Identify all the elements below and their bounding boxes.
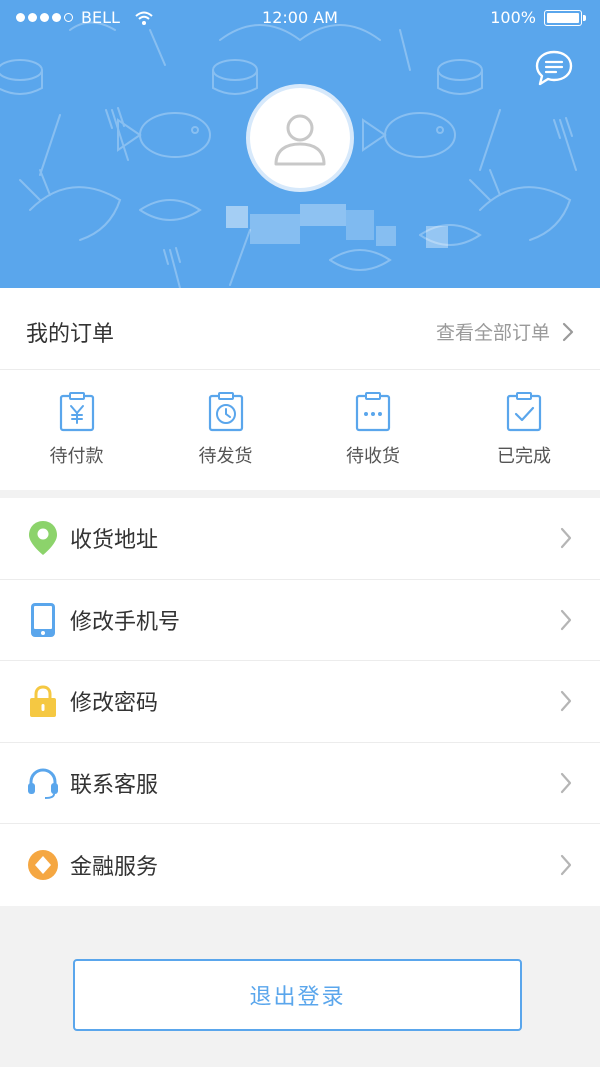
phone-icon (31, 602, 55, 637)
status-bar: BELL 12:00 AM 100% (0, 0, 600, 34)
chevron-right-icon (562, 322, 574, 341)
check-icon (506, 392, 542, 432)
username-blurred (0, 200, 600, 260)
chevron-right-icon (560, 528, 572, 549)
battery-percent: 100% (490, 8, 536, 27)
clock-icon (208, 392, 243, 432)
receiving-icon (355, 392, 391, 432)
order-status-pending-shipment[interactable]: 待发货 (153, 370, 298, 489)
lock-icon (30, 685, 56, 718)
battery-icon (544, 9, 586, 26)
order-label-pending-shipment: 待发货 (198, 446, 253, 467)
menu-item-customer-service[interactable]: 联系客服 (0, 743, 600, 825)
menu-item-change-phone[interactable]: 修改手机号 (0, 580, 600, 662)
order-label-pending-payment: 待付款 (49, 446, 104, 467)
orders-title: 我的订单 (26, 322, 115, 347)
order-status-completed[interactable]: 已完成 (448, 370, 600, 489)
orders-card: 我的订单 查看全部订单 待付款 待发货 待收货 已完成 (0, 288, 600, 490)
order-status-pending-payment[interactable]: 待付款 (0, 370, 153, 489)
settings-menu: 收货地址 修改手机号 修改密码 联系客服 金融服务 (0, 498, 600, 906)
menu-item-change-password[interactable]: 修改密码 (0, 661, 600, 743)
order-label-pending-receipt: 待收货 (346, 446, 400, 467)
chevron-right-icon (560, 772, 572, 794)
view-all-orders-link[interactable]: 查看全部订单 (436, 318, 574, 345)
location-pin-icon (29, 521, 57, 556)
finance-icon (28, 850, 58, 881)
payment-icon (59, 392, 94, 432)
chat-bubble-icon (535, 50, 573, 86)
chevron-right-icon (560, 609, 572, 630)
order-status-row: 待付款 待发货 待收货 已完成 (0, 370, 600, 489)
message-button[interactable] (534, 48, 574, 88)
menu-label-change-phone: 修改手机号 (70, 609, 181, 635)
user-silhouette-icon (274, 114, 326, 166)
menu-label-financial-services: 金融服务 (70, 855, 159, 881)
menu-item-shipping-address[interactable]: 收货地址 (0, 498, 600, 580)
menu-label-customer-service: 联系客服 (70, 773, 159, 799)
chevron-right-icon (560, 855, 572, 876)
logout-button[interactable]: 退出登录 (73, 959, 522, 1031)
order-status-pending-receipt[interactable]: 待收货 (298, 370, 448, 489)
order-label-completed: 已完成 (497, 446, 551, 467)
headset-icon (28, 768, 58, 800)
avatar[interactable] (246, 84, 354, 192)
view-all-orders-label: 查看全部订单 (435, 322, 550, 344)
orders-header: 我的订单 查看全部订单 (0, 288, 600, 370)
menu-item-financial-services[interactable]: 金融服务 (0, 824, 600, 906)
menu-label-change-password: 修改密码 (70, 691, 159, 717)
profile-header: BELL 12:00 AM 100% (0, 0, 600, 288)
menu-label-shipping-address: 收货地址 (70, 528, 159, 554)
chevron-right-icon (560, 691, 572, 712)
